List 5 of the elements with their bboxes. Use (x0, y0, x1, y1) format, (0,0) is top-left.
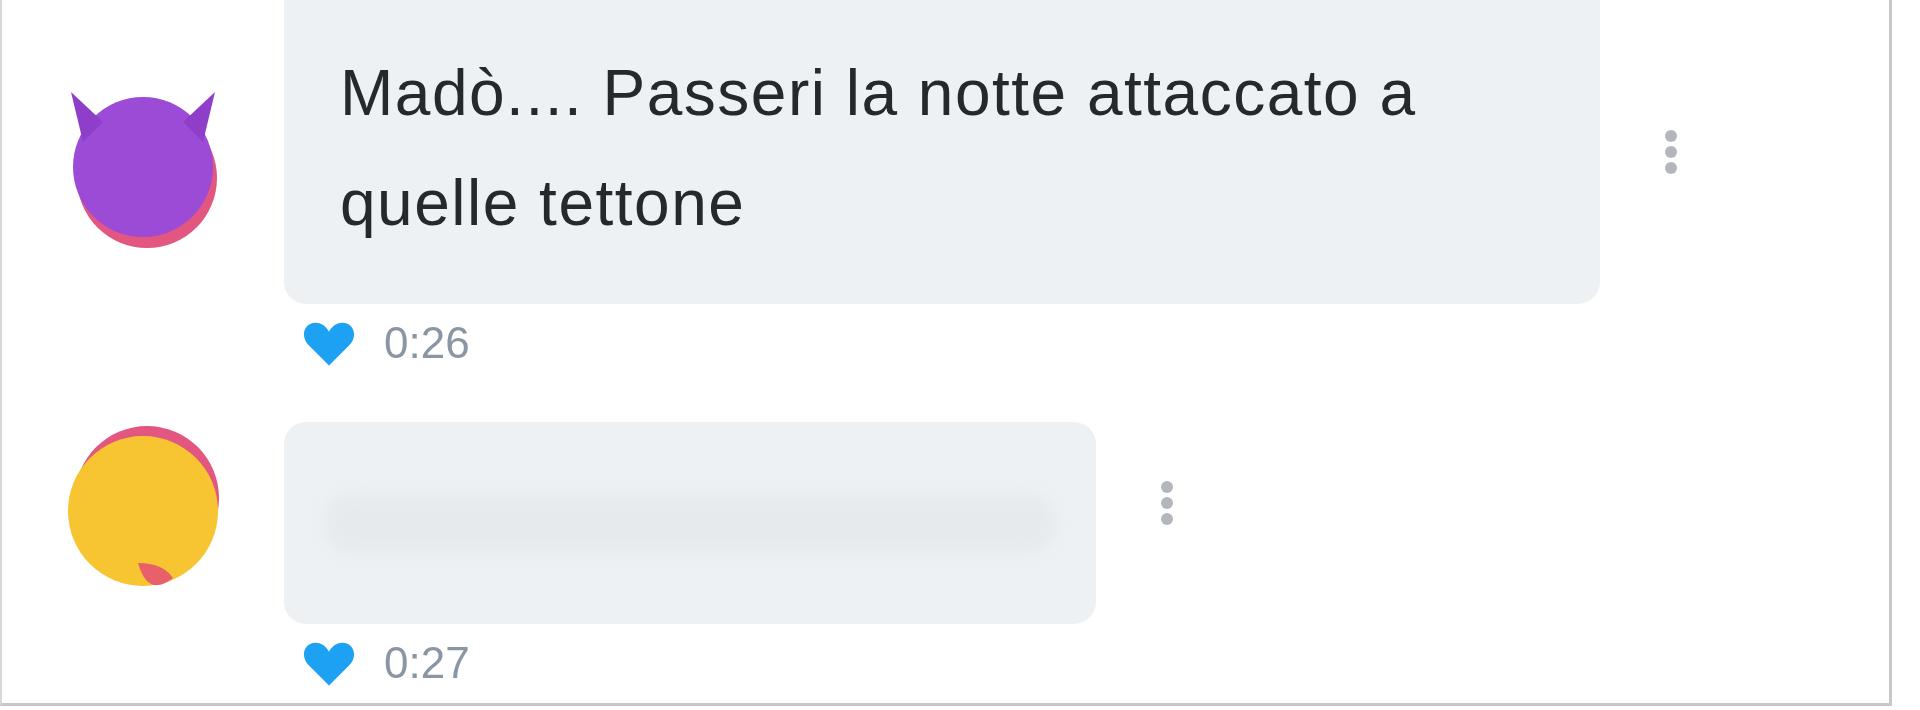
message-text: Madò.... Passeri la notte attaccato a quelle tettone (340, 56, 1418, 241)
message-time: 0:27 (384, 638, 470, 688)
more-options-icon[interactable] (1664, 129, 1678, 175)
message-time: 0:26 (384, 318, 470, 368)
more-options-icon[interactable] (1160, 480, 1174, 526)
